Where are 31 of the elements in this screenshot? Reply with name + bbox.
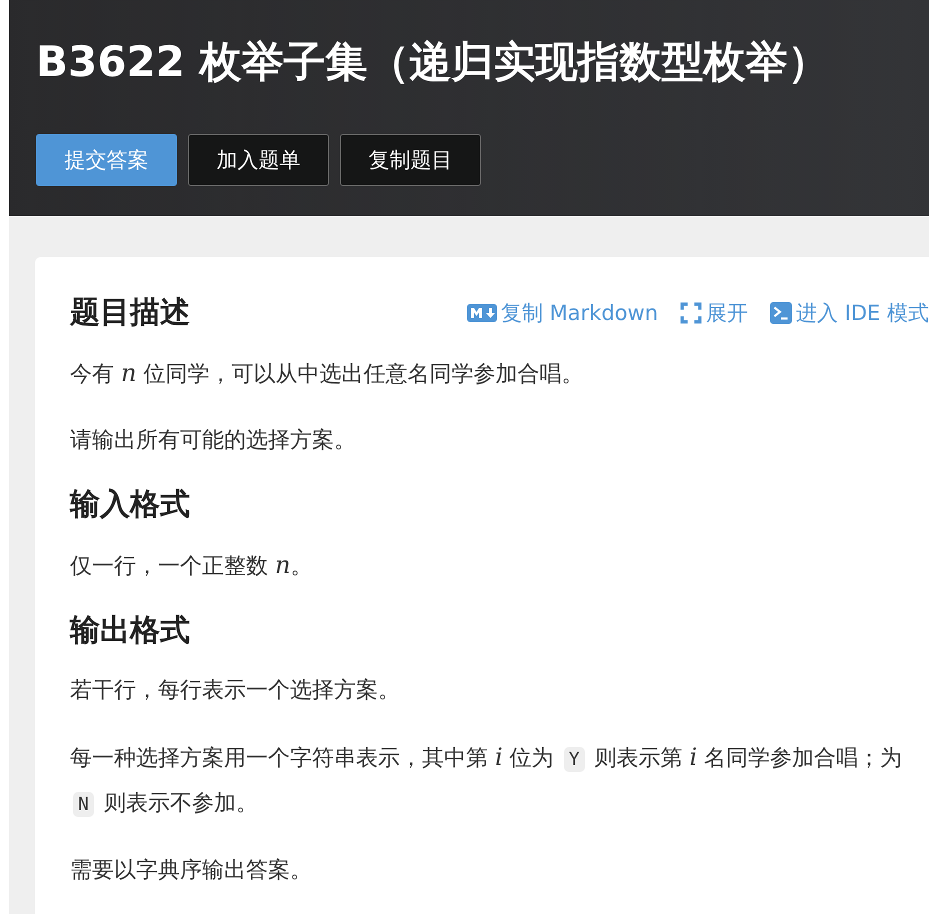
toolbar-link[interactable]: 复制 Markdown — [466, 299, 658, 327]
submit-button[interactable]: 提交答案 — [36, 134, 177, 186]
paragraph-text: 若干行，每行表示一个选择方案。 — [70, 678, 400, 703]
math-variable: n — [275, 551, 290, 579]
paragraph-text: 。 — [290, 554, 312, 579]
section-heading: 输入格式 — [70, 486, 190, 524]
paragraph-text: 位为 — [508, 746, 555, 771]
toolbar-link[interactable]: 展开 — [680, 299, 748, 327]
toolbar-link[interactable]: 进入 IDE 模式 — [770, 299, 929, 327]
problem-title: B3622 枚举子集（递归实现指数型枚举） — [36, 36, 831, 88]
paragraph-text: 则表示不参加。 — [102, 791, 258, 816]
inline-code: N — [73, 792, 94, 817]
section-heading: 输出格式 — [70, 612, 190, 650]
paragraph-text: 名同学参加合唱；为 — [703, 746, 902, 771]
inline-code: Y — [564, 747, 585, 772]
paragraph-text: 请输出所有可能的选择方案。 — [70, 428, 356, 453]
terminal-icon — [770, 302, 792, 324]
paragraph-text: 每一种选择方案用一个字符串表示，其中第 — [70, 746, 489, 771]
math-variable: n — [121, 359, 136, 387]
action-button[interactable]: 加入题单 — [188, 134, 329, 186]
paragraph-text: 今有 — [70, 362, 115, 387]
action-button[interactable]: 复制题目 — [340, 134, 481, 186]
expand-icon — [680, 302, 702, 324]
math-variable: i — [690, 743, 698, 771]
math-variable: i — [495, 743, 503, 771]
section-heading: 题目描述 — [70, 294, 190, 332]
paragraph-text: 需要以字典序输出答案。 — [70, 858, 312, 883]
markdown-icon — [466, 303, 497, 323]
paragraph-text: 仅一行，一个正整数 — [70, 554, 269, 579]
paragraph-text: 则表示第 — [594, 746, 684, 771]
paragraph-text: 位同学，可以从中选出任意名同学参加合唱。 — [142, 362, 584, 387]
